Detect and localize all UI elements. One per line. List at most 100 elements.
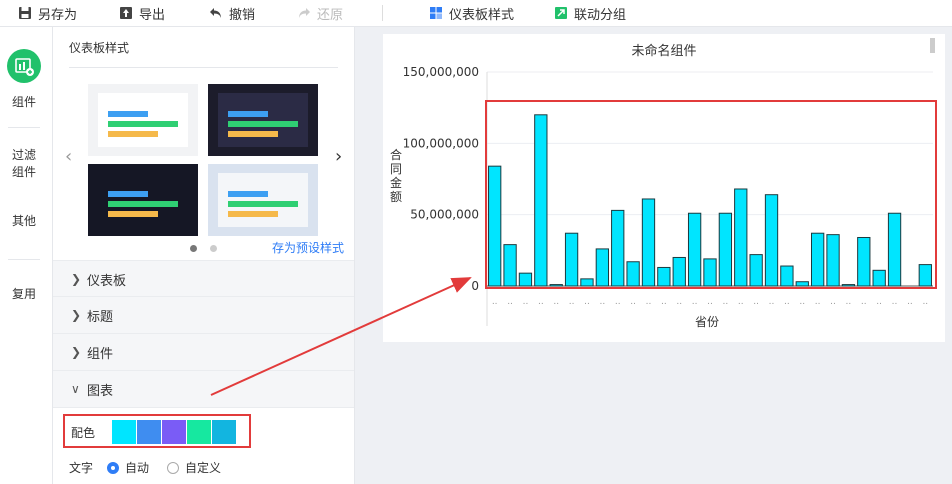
section-label: 组件 (87, 343, 113, 362)
x-tick-label: .. (553, 297, 559, 307)
x-tick-label: .. (492, 297, 498, 307)
toolbar: 另存为 导出 撤销 还原 仪表板样式 联动分组 (0, 0, 952, 27)
chevron-left-icon[interactable]: ‹ (65, 146, 72, 167)
radio-auto[interactable] (107, 462, 119, 474)
bar (827, 235, 839, 286)
section-chart[interactable]: ∨图表 (53, 370, 354, 408)
x-tick-label: .. (738, 297, 744, 307)
x-tick-label: .. (676, 297, 682, 307)
save-as-preset-link[interactable]: 存为预设样式 (272, 239, 344, 256)
save-as-button[interactable]: 另存为 (18, 4, 77, 22)
section-label: 标题 (87, 306, 113, 325)
left-rail: 组件 过滤组件 其他 复用 (0, 27, 53, 484)
redo-button[interactable]: 还原 (297, 4, 343, 22)
linkage-icon (554, 6, 568, 20)
x-tick-label: .. (599, 297, 605, 307)
x-tick-label: .. (799, 297, 805, 307)
linkage-group-label: 联动分组 (574, 4, 626, 23)
chevron-down-icon: ∨ (71, 382, 87, 396)
x-tick-label: .. (584, 297, 590, 307)
palette-swatch[interactable] (162, 420, 186, 444)
theme-preset-gray[interactable] (208, 164, 318, 236)
x-tick-label: .. (907, 297, 913, 307)
export-button[interactable]: 导出 (119, 4, 165, 22)
x-tick-label: .. (723, 297, 729, 307)
panel-divider (69, 67, 338, 68)
rail-item-reuse[interactable]: 复用 (0, 286, 48, 303)
bar (750, 255, 762, 286)
bar (658, 267, 670, 286)
bar (812, 233, 824, 286)
section-title[interactable]: ❯标题 (53, 296, 354, 333)
bar (796, 282, 808, 286)
theme-preset-dark-blue[interactable] (208, 84, 318, 156)
palette-swatch[interactable] (212, 420, 236, 444)
y-tick-label: 100,000,000 (403, 136, 479, 150)
redo-icon (297, 6, 311, 20)
x-tick-label: .. (769, 297, 775, 307)
bar (535, 115, 547, 286)
export-label: 导出 (139, 4, 165, 23)
section-label: 仪表板 (87, 270, 126, 289)
bar (673, 257, 685, 286)
radio-custom[interactable] (167, 462, 179, 474)
bar (888, 213, 900, 286)
rail-item-components[interactable]: 组件 (0, 94, 48, 111)
export-icon (119, 6, 133, 20)
x-tick-label: .. (569, 297, 575, 307)
chevron-right-icon: ❯ (71, 345, 87, 359)
y-tick-label: 150,000,000 (403, 65, 479, 79)
section-component[interactable]: ❯组件 (53, 333, 354, 370)
chart-card[interactable]: 未命名组件 合同金额 省份 150,000,000100,000,00050,0… (383, 34, 945, 342)
undo-icon (209, 6, 223, 20)
color-scheme-row[interactable]: 配色 (63, 414, 251, 448)
bar (858, 237, 870, 286)
bar (504, 245, 516, 286)
palette-swatch[interactable] (137, 420, 161, 444)
x-tick-label: .. (646, 297, 652, 307)
carousel-dot-active[interactable] (190, 245, 197, 252)
bar (842, 285, 854, 286)
undo-button[interactable]: 撤销 (209, 4, 255, 22)
section-dashboard[interactable]: ❯仪表板 (53, 260, 354, 297)
x-tick-label: .. (707, 297, 713, 307)
rail-item-other[interactable]: 其他 (0, 213, 48, 230)
x-tick-label: .. (507, 297, 513, 307)
x-tick-label: .. (892, 297, 898, 307)
save-as-label: 另存为 (38, 4, 77, 23)
bar (581, 279, 593, 286)
bar (550, 285, 562, 286)
bar-chart: 150,000,000100,000,00050,000,0000.......… (383, 34, 945, 342)
bar (873, 270, 885, 286)
radio-custom-label: 自定义 (185, 459, 221, 476)
panel-title: 仪表板样式 (69, 39, 129, 56)
x-tick-label: .. (784, 297, 790, 307)
rail-item-filter-components[interactable]: 过滤组件 (0, 147, 48, 181)
palette-swatch[interactable] (187, 420, 211, 444)
bar (596, 249, 608, 286)
palette-swatch[interactable] (112, 420, 136, 444)
bar (565, 233, 577, 286)
x-tick-label: .. (538, 297, 544, 307)
rail-divider (8, 259, 40, 260)
radio-auto-label: 自动 (125, 459, 149, 476)
x-tick-label: .. (661, 297, 667, 307)
dashboard-style-button[interactable]: 仪表板样式 (429, 4, 514, 22)
bar (612, 210, 624, 286)
theme-preset-dark[interactable] (88, 164, 198, 236)
component-add-icon[interactable] (7, 49, 41, 83)
theme-preset-light[interactable] (88, 84, 198, 156)
redo-label: 还原 (317, 4, 343, 23)
text-label: 文字 (69, 459, 93, 476)
x-tick-label: .. (692, 297, 698, 307)
x-tick-label: .. (815, 297, 821, 307)
bar (688, 213, 700, 286)
dashboard-style-label: 仪表板样式 (449, 4, 514, 23)
x-tick-label: .. (753, 297, 759, 307)
chevron-right-icon[interactable]: › (335, 146, 342, 167)
chevron-right-icon: ❯ (71, 308, 87, 322)
bar (489, 166, 501, 286)
bar (519, 273, 531, 286)
linkage-group-button[interactable]: 联动分组 (554, 4, 626, 22)
carousel-dot[interactable] (210, 245, 217, 252)
